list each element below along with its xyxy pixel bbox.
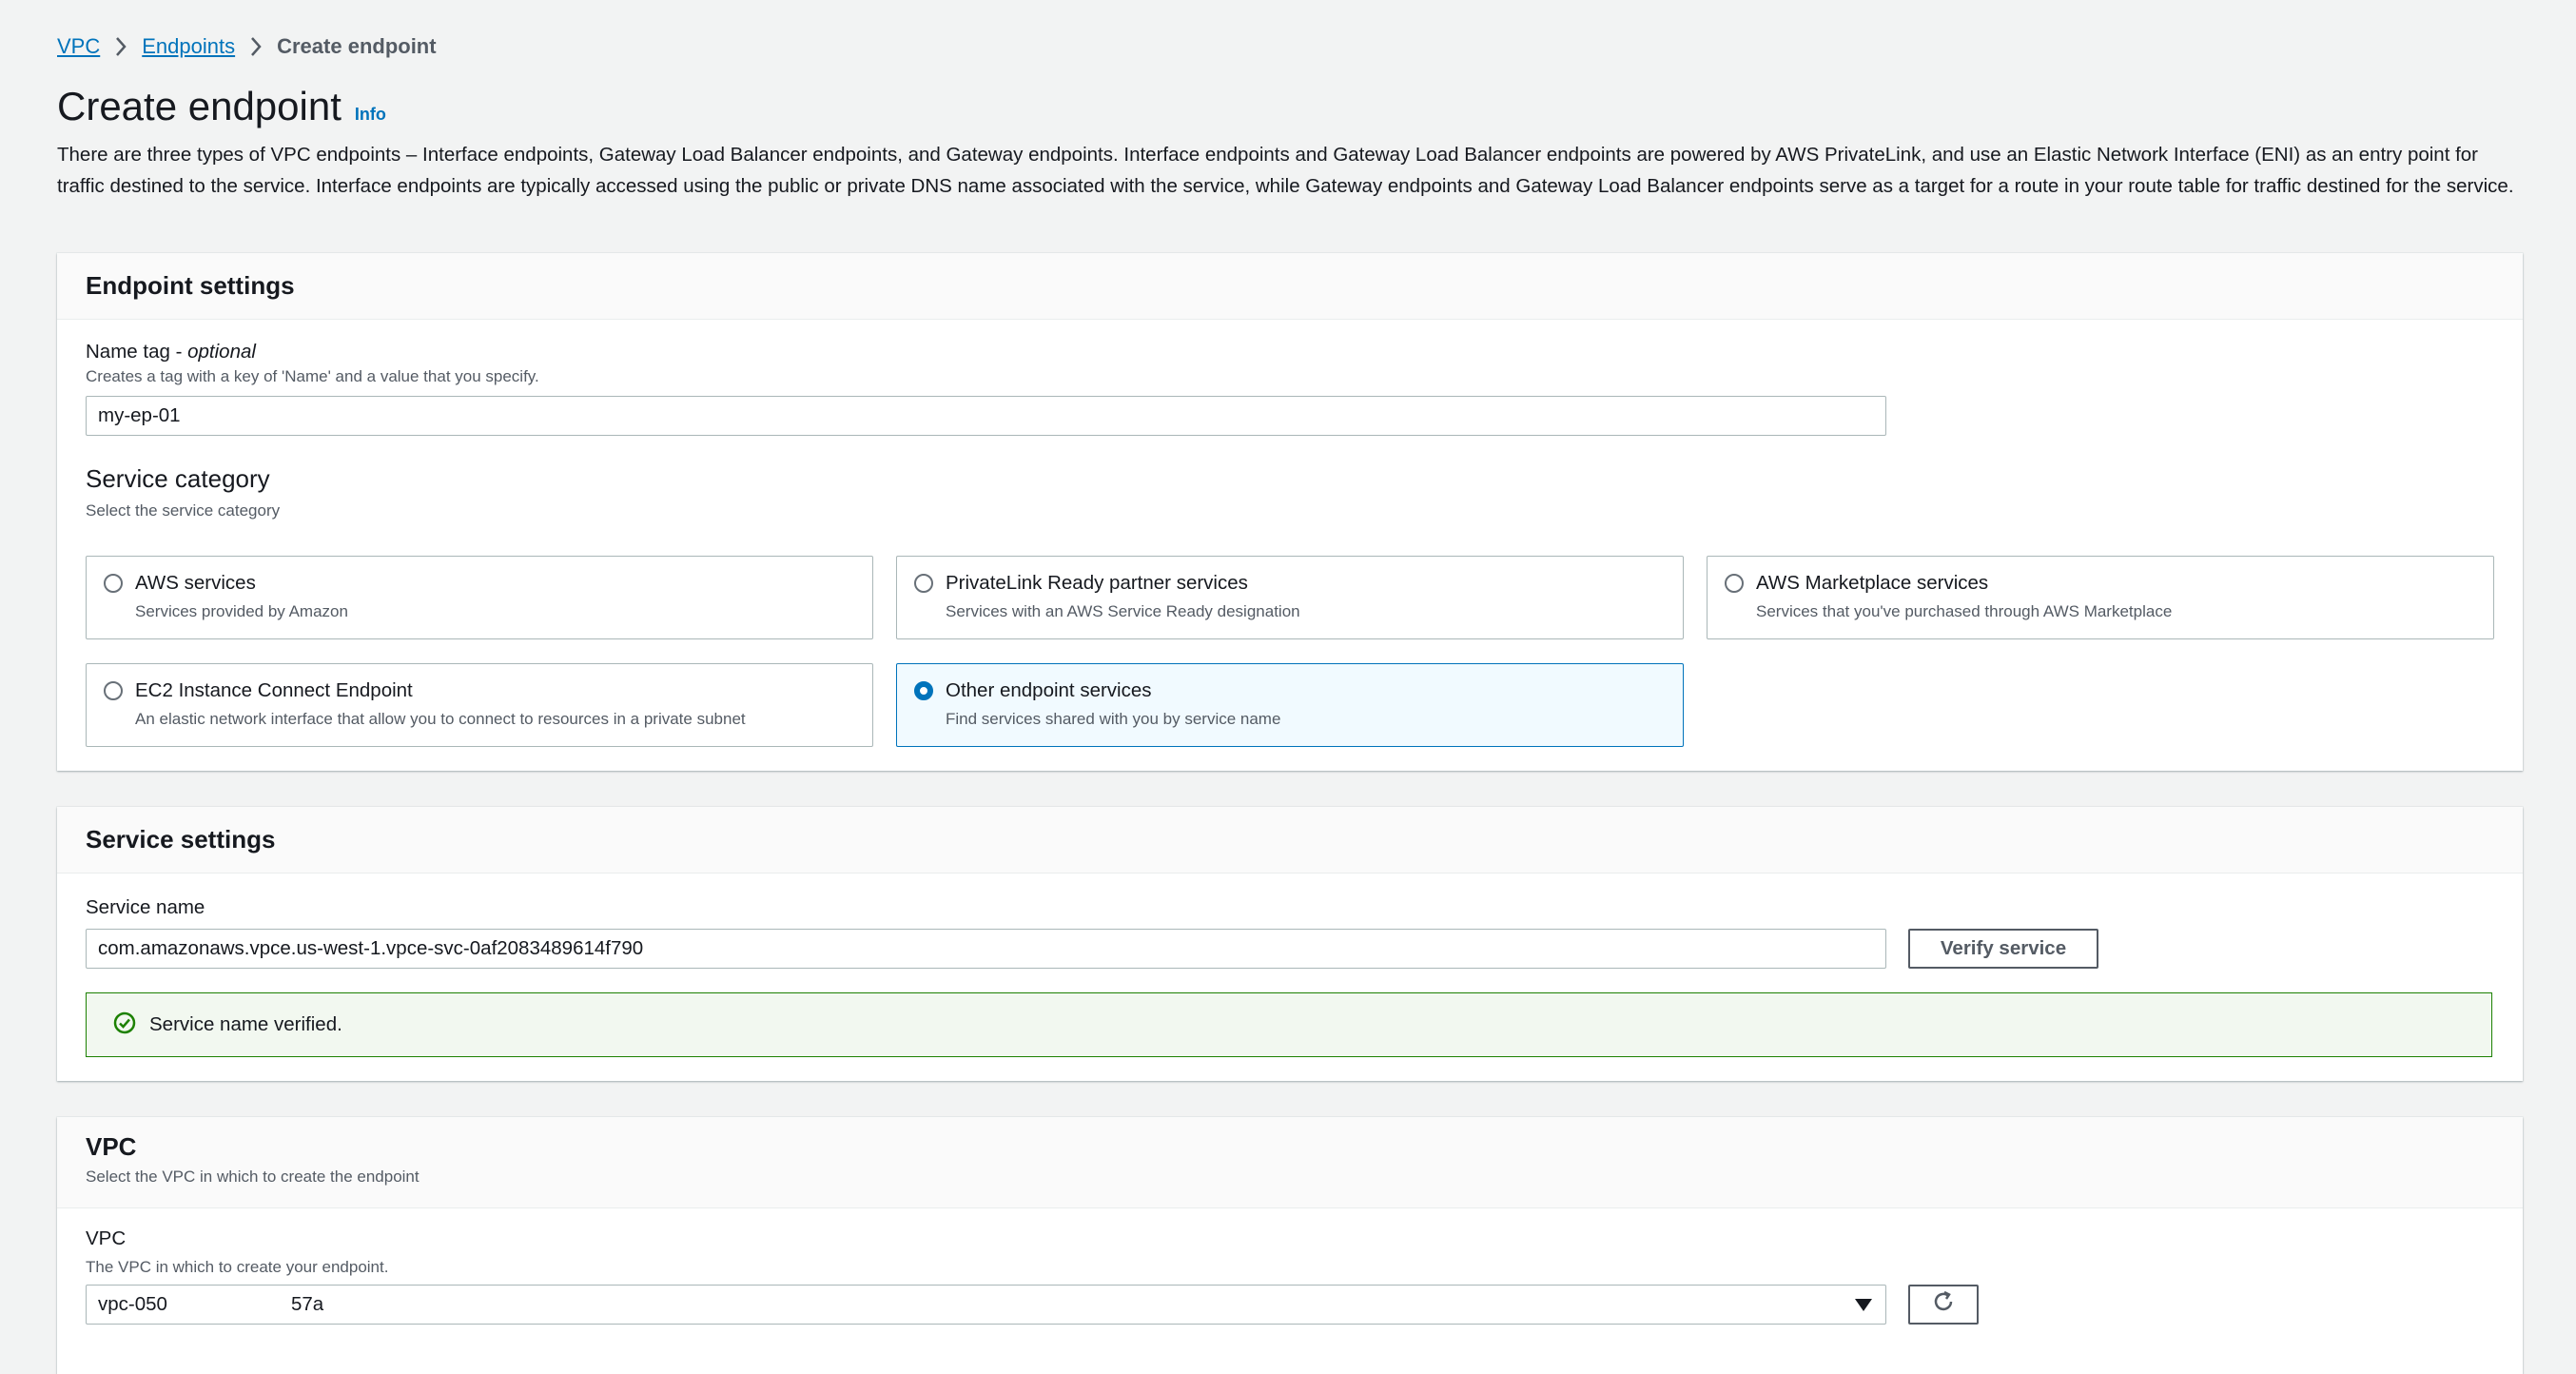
breadcrumb-vpc[interactable]: VPC	[57, 34, 100, 59]
tile-label: AWS services	[135, 572, 256, 594]
breadcrumb-endpoints[interactable]: Endpoints	[142, 34, 235, 59]
name-tag-label: Name tag - optional	[86, 341, 256, 363]
vpc-field-description: The VPC in which to create your endpoint…	[86, 1258, 389, 1276]
tile-description: Find services shared with you by service…	[946, 710, 1281, 728]
endpoint-settings-title: Endpoint settings	[86, 271, 295, 300]
name-tag-input[interactable]	[86, 396, 1886, 436]
radio-ec2-instance-connect[interactable]	[104, 681, 123, 700]
info-link[interactable]: Info	[355, 105, 386, 125]
service-settings-panel: Service settings Service name Verify ser…	[57, 807, 2523, 1081]
title-row: Create endpoint Info	[57, 84, 386, 129]
endpoint-settings-panel: Endpoint settings Name tag - optional Cr…	[57, 253, 2523, 771]
service-name-label: Service name	[86, 896, 205, 918]
service-category-title: Service category	[86, 464, 270, 493]
radio-aws-marketplace[interactable]	[1725, 574, 1744, 593]
radio-aws-services[interactable]	[104, 574, 123, 593]
name-tag-field: Name tag - optional Creates a tag with a…	[86, 341, 539, 386]
vpc-select-value-prefix: vpc-050	[98, 1293, 167, 1315]
vpc-header: VPC Select the VPC in which to create th…	[57, 1117, 2523, 1208]
endpoint-settings-header: Endpoint settings	[57, 253, 2523, 320]
vpc-panel: VPC Select the VPC in which to create th…	[57, 1117, 2523, 1374]
alert-message: Service name verified.	[149, 1013, 342, 1035]
redacted-area	[166, 1291, 291, 1318]
caret-down-icon	[1855, 1299, 1872, 1311]
radio-privatelink-partner[interactable]	[914, 574, 933, 593]
vpc-title: VPC	[86, 1132, 137, 1161]
tile-description: Services provided by Amazon	[135, 602, 348, 620]
tile-aws-marketplace[interactable]: AWS Marketplace services Services that y…	[1707, 556, 2494, 639]
vpc-description: Select the VPC in which to create the en…	[86, 1168, 420, 1186]
tile-description: An elastic network interface that allow …	[135, 710, 746, 728]
tile-aws-services[interactable]: AWS services Services provided by Amazon	[86, 556, 873, 639]
page-title: Create endpoint	[57, 84, 342, 128]
refresh-icon	[1931, 1289, 1956, 1320]
breadcrumb: VPC Endpoints Create endpoint	[57, 34, 437, 59]
vpc-select[interactable]: vpc-050 57a	[86, 1285, 1886, 1325]
verify-service-button[interactable]: Verify service	[1908, 929, 2098, 969]
vpc-select-value-suffix: 57a	[290, 1293, 324, 1315]
refresh-button[interactable]	[1908, 1285, 1979, 1325]
tile-description: Services that you've purchased through A…	[1756, 602, 2173, 620]
tile-privatelink-partner[interactable]: PrivateLink Ready partner services Servi…	[896, 556, 1684, 639]
tile-label: PrivateLink Ready partner services	[946, 572, 1248, 594]
success-alert: Service name verified.	[86, 992, 2492, 1057]
tile-label: EC2 Instance Connect Endpoint	[135, 679, 413, 701]
page-description: There are three types of VPC endpoints –…	[57, 144, 2514, 197]
service-name-input[interactable]	[86, 929, 1886, 969]
breadcrumb-current: Create endpoint	[277, 34, 437, 58]
tile-other-endpoint-services[interactable]: Other endpoint services Find services sh…	[896, 663, 1684, 747]
check-circle-icon	[113, 1011, 136, 1039]
service-category-description: Select the service category	[86, 501, 281, 520]
chevron-right-icon	[109, 35, 132, 58]
radio-other-endpoint-services[interactable]	[914, 681, 933, 700]
vpc-field-label: VPC	[86, 1227, 127, 1249]
service-category-heading: Service category Select the service cate…	[86, 464, 280, 520]
chevron-right-icon	[244, 35, 267, 58]
tile-ec2-instance-connect[interactable]: EC2 Instance Connect Endpoint An elastic…	[86, 663, 873, 747]
service-settings-title: Service settings	[86, 825, 276, 854]
tile-label: AWS Marketplace services	[1756, 572, 1989, 594]
tile-description: Services with an AWS Service Ready desig…	[946, 602, 1300, 620]
service-settings-header: Service settings	[57, 807, 2523, 873]
vpc-field: VPC The VPC in which to create your endp…	[86, 1227, 388, 1277]
name-tag-description: Creates a tag with a key of 'Name' and a…	[86, 367, 539, 385]
tile-label: Other endpoint services	[946, 679, 1152, 701]
